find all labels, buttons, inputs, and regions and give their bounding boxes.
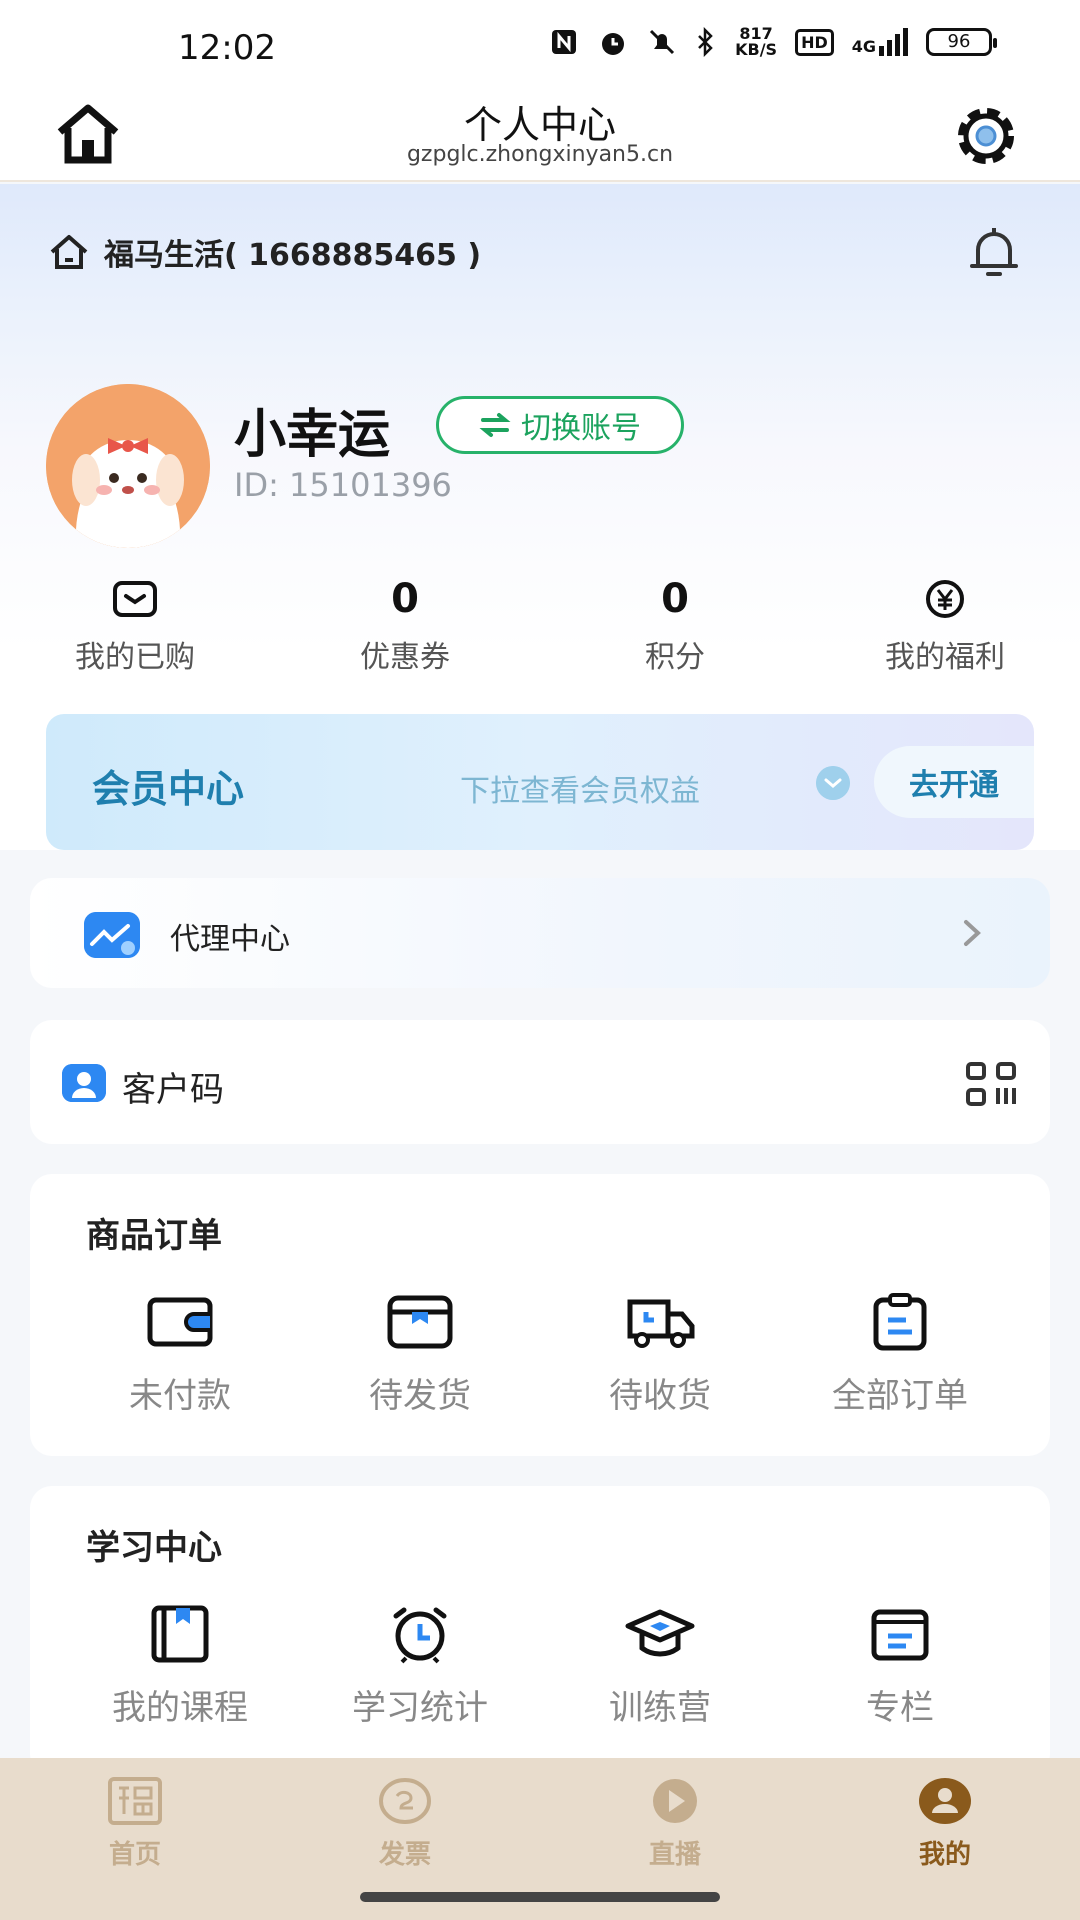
grid-label: 待收货 xyxy=(609,1376,711,1416)
bluetooth-icon xyxy=(698,27,713,57)
box-icon xyxy=(387,1295,453,1349)
orders-section: 商品订单 未付款 待发货 待收货 全部订单 xyxy=(30,1174,1050,1456)
page-url: gzpglc.zhongxinyan5.cn xyxy=(406,142,674,167)
mute-icon xyxy=(650,29,675,55)
study-camp[interactable]: 训练营 xyxy=(540,1604,780,1729)
chevron-down-icon[interactable] xyxy=(816,766,850,800)
switch-account-button[interactable]: 切换账号 xyxy=(436,396,684,454)
stats-row: 我的已购 0 优惠券 0 积分 我的福利 xyxy=(0,574,1080,676)
qr-code-icon[interactable] xyxy=(966,1062,1016,1106)
customer-code-row[interactable]: 客户码 xyxy=(30,1020,1050,1144)
grid-label: 专栏 xyxy=(866,1688,934,1728)
app-header: 个人中心 gzpglc.zhongxinyan5.cn xyxy=(0,90,1080,182)
tab-mine[interactable]: 我的 xyxy=(810,1758,1080,1920)
stat-value: 0 xyxy=(391,576,419,622)
chevron-right-icon xyxy=(964,920,981,946)
net-speed: 817 KB/S xyxy=(735,26,777,58)
bell-icon[interactable] xyxy=(966,224,1022,280)
study-column[interactable]: 专栏 xyxy=(780,1604,1020,1729)
tab-label: 首页 xyxy=(108,1840,161,1870)
profile-section: 福马生活( 1668885465 ) 小幸运 切换账号 ID: 15101396… xyxy=(0,184,1080,850)
user-card-icon xyxy=(62,1064,106,1102)
customer-code-label: 客户码 xyxy=(122,1070,224,1110)
agent-center-row[interactable]: 代理中心 xyxy=(30,878,1050,988)
grid-label: 学习统计 xyxy=(352,1688,488,1728)
wallet-icon xyxy=(147,1297,213,1347)
status-icons: 817 KB/S HD 4G 96 xyxy=(549,26,997,58)
tab-home[interactable]: 首页 xyxy=(0,1758,270,1920)
username: 小幸运 xyxy=(234,405,391,465)
grid-label: 待发货 xyxy=(369,1376,471,1416)
order-to-receive[interactable]: 待收货 xyxy=(540,1292,780,1417)
graduation-cap-icon xyxy=(625,1609,695,1657)
truck-icon xyxy=(627,1299,695,1348)
play-icon xyxy=(653,1779,697,1823)
stat-purchased[interactable]: 我的已购 xyxy=(0,574,270,676)
section-title: 学习中心 xyxy=(86,1528,222,1568)
stat-coupons[interactable]: 0 优惠券 xyxy=(270,574,540,676)
gear-icon[interactable] xyxy=(948,98,1024,174)
stat-label: 我的福利 xyxy=(885,640,1005,675)
alarm-clock-icon xyxy=(393,1607,447,1664)
fu-character-icon xyxy=(108,1777,162,1825)
battery-indicator: 96 xyxy=(926,28,997,56)
order-to-ship[interactable]: 待发货 xyxy=(300,1292,540,1417)
net-speed-unit: KB/S xyxy=(735,40,778,59)
vip-open-button[interactable]: 去开通 xyxy=(874,746,1034,818)
tab-label: 直播 xyxy=(648,1840,701,1870)
tab-label: 我的 xyxy=(918,1840,971,1870)
status-bar: 12:02 817 KB/S HD 4G 96 xyxy=(0,0,1080,90)
swap-icon xyxy=(479,413,511,437)
stat-points[interactable]: 0 积分 xyxy=(540,574,810,676)
grid-label: 训练营 xyxy=(609,1688,711,1728)
signal-4g: 4G xyxy=(852,28,908,56)
user-id: ID: 15101396 xyxy=(234,466,452,504)
order-unpaid[interactable]: 未付款 xyxy=(60,1292,300,1417)
grid-label: 未付款 xyxy=(129,1376,231,1416)
agent-label: 代理中心 xyxy=(170,922,290,957)
vip-center-card[interactable]: 会员中心 下拉查看会员权益 去开通 xyxy=(46,714,1034,850)
user-icon xyxy=(919,1778,971,1824)
status-time: 12:02 xyxy=(178,28,276,68)
yen-icon xyxy=(926,580,964,618)
avatar[interactable] xyxy=(46,384,210,548)
stat-label: 积分 xyxy=(645,640,705,675)
shop-name: 福马生活( 1668885465 ) xyxy=(104,238,482,273)
order-all[interactable]: 全部订单 xyxy=(780,1292,1020,1417)
tab-label: 发票 xyxy=(378,1840,431,1870)
study-grid: 我的课程 学习统计 训练营 专栏 xyxy=(30,1604,1050,1729)
hd-badge: HD xyxy=(795,28,834,56)
study-statistics[interactable]: 学习统计 xyxy=(300,1604,540,1729)
purchased-icon xyxy=(113,581,157,617)
home-indicator[interactable] xyxy=(360,1892,720,1902)
avatar-image xyxy=(46,384,210,548)
switch-account-label: 切换账号 xyxy=(521,411,641,446)
study-section: 学习中心 我的课程 学习统计 训练营 专栏 xyxy=(30,1486,1050,1776)
signal-label: 4G xyxy=(851,37,876,56)
nfc-icon xyxy=(552,30,577,54)
stat-value: 0 xyxy=(661,576,689,622)
shop-row[interactable]: 福马生活( 1668885465 ) xyxy=(48,230,481,274)
column-icon xyxy=(871,1609,929,1661)
agent-icon xyxy=(84,912,140,958)
grid-label: 我的课程 xyxy=(112,1688,248,1728)
study-my-courses[interactable]: 我的课程 xyxy=(60,1604,300,1729)
clipboard-icon xyxy=(873,1293,927,1351)
grid-label: 全部订单 xyxy=(832,1376,968,1416)
invoice-icon xyxy=(379,1778,431,1824)
stat-label: 优惠券 xyxy=(360,640,450,675)
stat-label: 我的已购 xyxy=(75,640,195,675)
page-title: 个人中心 xyxy=(463,103,616,147)
stat-benefits[interactable]: 我的福利 xyxy=(810,574,1080,676)
vip-hint: 下拉查看会员权益 xyxy=(460,774,700,809)
orders-grid: 未付款 待发货 待收货 全部订单 xyxy=(30,1292,1050,1417)
vip-title: 会员中心 xyxy=(92,767,245,811)
section-title: 商品订单 xyxy=(86,1216,222,1256)
book-icon xyxy=(151,1605,209,1663)
alarm-icon xyxy=(602,33,625,55)
home-outline-icon xyxy=(50,235,88,269)
